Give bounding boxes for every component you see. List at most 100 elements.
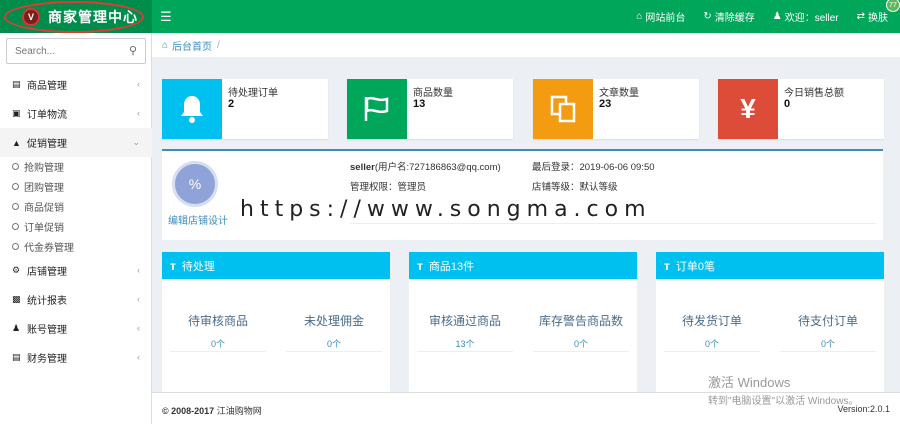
sidebar-search: ⚲ [6, 38, 146, 64]
panel-orders: ᴛ 订单0笔 待发货订单 0个 待支付订单 0个 [656, 252, 884, 392]
stat-value: 0 [784, 98, 791, 110]
text-height-icon: ᴛ [417, 258, 423, 273]
profile-panel: % 编辑店铺设计 seller(用户名:727186863@qq.com) 最后… [162, 149, 883, 240]
stat-label: 今日销售总额 [784, 88, 844, 99]
stat-card-article-count[interactable]: 文章数量 23 [533, 79, 699, 139]
sidebar-subitem-order-promo[interactable]: 订单促销 [0, 216, 152, 236]
brand-title: 商家管理中心 [48, 8, 138, 25]
sidebar-item-label: 账号管理 [27, 324, 67, 336]
user-icon: ♟ [772, 11, 782, 22]
panel-title: 待处理 [181, 260, 215, 273]
stat-card-pending-orders[interactable]: 待处理订单 2 [162, 79, 328, 139]
bar-chart-icon: ▩ [12, 293, 21, 304]
sidebar-subitem-goods-promo[interactable]: 商品促销 [0, 197, 152, 217]
sidebar-subitem-vouchers[interactable]: 代金券管理 [0, 236, 152, 256]
profile-username-line: seller(用户名:727186863@qq.com) [350, 159, 501, 173]
sidebar-item-goods[interactable]: ▤ 商品管理 ‹ [0, 70, 152, 99]
profile-username: seller [350, 162, 375, 173]
panel-title: 订单0笔 [675, 260, 716, 273]
circle-icon [12, 202, 19, 210]
sidebar-item-label: 统计报表 [27, 295, 67, 307]
sidebar-item-store[interactable]: ⚙ 店铺管理 ‹ [0, 256, 152, 285]
sidebar-item-accounts[interactable]: ♟ 账号管理 ‹ [0, 314, 152, 343]
site-link[interactable]: 江油购物网 [217, 406, 262, 416]
sidebar-subitem-group-buy[interactable]: 团购管理 [0, 177, 152, 197]
sidebar-subitem-label: 抢购管理 [24, 163, 64, 175]
flag-icon [347, 79, 407, 139]
frontend-link[interactable]: ⌂ 网站前台 [636, 9, 685, 24]
profile-account: (用户名:727186863@qq.com) [374, 162, 501, 173]
sidebar-item-orders[interactable]: ▣ 订单物流 ‹ [0, 99, 152, 128]
panel-cell[interactable]: 未处理佣金 0个 [286, 300, 382, 352]
notification-badge[interactable]: 77 [886, 0, 900, 12]
brand[interactable]: V 商家管理中心 [0, 0, 152, 33]
circle-icon [12, 222, 19, 230]
sidebar-subitem-label: 商品促销 [24, 202, 64, 214]
top-navbar: V 商家管理中心 ☰ ⌂ 网站前台 ↻ 清除缓存 ♟ 欢迎：seller ⇄ 换… [0, 0, 900, 33]
chevron-down-icon: ⌄ [132, 137, 140, 147]
gear-icon: ⚙ [12, 264, 21, 275]
menu-icon[interactable]: ☰ [160, 9, 172, 25]
activation-hint: 转到"电脑设置"以激活 Windows。 [708, 396, 859, 407]
profile-store-level: 店铺等级：默认等级 [532, 182, 618, 193]
profile-last-login: 最后登录：2019-06-06 09:50 [532, 162, 655, 173]
stat-value: 23 [599, 98, 612, 110]
panel-cell[interactable]: 审核通过商品 13个 [417, 300, 513, 352]
switch-skin-link[interactable]: ⇄ 换肤 [857, 9, 888, 24]
breadcrumb-home[interactable]: 后台首页 [172, 38, 212, 53]
panel-cell-label: 未处理佣金 [303, 314, 364, 328]
panel-cell-label: 库存警告商品数 [538, 314, 623, 328]
search-icon[interactable]: ⚲ [129, 44, 137, 57]
sidebar-item-promotions[interactable]: ▲ 促销管理 ⌄ [0, 128, 152, 157]
stat-value: 13 [413, 98, 426, 110]
panel-header: ᴛ 订单0笔 [656, 252, 884, 279]
sidebar: ⚲ ▤ 商品管理 ‹ ▣ 订单物流 ‹ ▲ 促销管理 ⌄ 抢购管理 团购管理 商… [0, 33, 152, 424]
top-actions: ⌂ 网站前台 ↻ 清除缓存 ♟ 欢迎：seller ⇄ 换肤 [618, 0, 888, 33]
circle-icon [12, 242, 19, 250]
truck-icon: ▣ [12, 108, 21, 118]
sidebar-item-reports[interactable]: ▩ 统计报表 ‹ [0, 285, 152, 314]
bell-icon [162, 79, 222, 139]
sidebar-nav: ▤ 商品管理 ‹ ▣ 订单物流 ‹ ▲ 促销管理 ⌄ 抢购管理 团购管理 商品促… [0, 70, 152, 372]
list-icon: ▤ [12, 79, 21, 89]
panel-cell-value: 0个 [704, 339, 719, 349]
chevron-left-icon: ‹ [137, 351, 140, 362]
stat-label: 待处理订单 [228, 88, 278, 99]
stat-card-today-sales[interactable]: ¥ 今日销售总额 0 [718, 79, 884, 139]
user-icon: ♟ [12, 322, 21, 333]
stat-label: 商品数量 [413, 88, 453, 99]
panel-cell-label: 待支付订单 [797, 314, 858, 328]
panel-cell-value: 0个 [326, 339, 341, 349]
sidebar-subitem-label: 代金券管理 [24, 242, 74, 254]
panel-cell[interactable]: 库存警告商品数 0个 [533, 300, 629, 352]
edit-store-link[interactable]: 编辑店铺设计 [168, 212, 228, 227]
stat-label: 文章数量 [599, 88, 639, 99]
circle-icon [12, 183, 19, 191]
footer-copyright: © 2008-2017 江油购物网 [162, 404, 262, 417]
yen-icon: ¥ [718, 79, 778, 139]
copy-icon [533, 79, 593, 139]
sidebar-subitem-flash-sale[interactable]: 抢购管理 [0, 157, 152, 177]
panel-cell-value: 0个 [573, 339, 588, 349]
sidebar-subitem-label: 团购管理 [24, 183, 64, 195]
panel-header: ᴛ 待处理 [162, 252, 390, 279]
windows-activation-notice: 激活 Windows 转到"电脑设置"以激活 Windows。 [708, 372, 858, 407]
panel-cell[interactable]: 待审核商品 0个 [170, 300, 266, 352]
watermark: https://www.songma.com [240, 197, 652, 222]
user-menu[interactable]: ♟ 欢迎：seller [773, 9, 839, 24]
panel-cell[interactable]: 待发货订单 0个 [664, 300, 760, 352]
clear-cache-link[interactable]: ↻ 清除缓存 [703, 9, 754, 24]
switch-skin-label: 换肤 [868, 13, 888, 24]
sidebar-item-label: 促销管理 [27, 139, 67, 150]
panel-cell-label: 待发货订单 [681, 314, 742, 328]
panel-cell-label: 待审核商品 [187, 314, 248, 328]
chevron-left-icon: ‹ [137, 322, 140, 333]
search-input[interactable] [7, 39, 117, 63]
stat-card-goods-count[interactable]: 商品数量 13 [347, 79, 513, 139]
home-icon: ⌂ [636, 11, 643, 22]
chevron-left-icon: ‹ [137, 108, 140, 118]
refresh-icon: ↻ [703, 11, 712, 22]
breadcrumb: ⌂ 后台首页 / [152, 33, 900, 57]
panel-cell[interactable]: 待支付订单 0个 [780, 300, 876, 352]
sidebar-item-finance[interactable]: ▤ 财务管理 ‹ [0, 343, 152, 372]
